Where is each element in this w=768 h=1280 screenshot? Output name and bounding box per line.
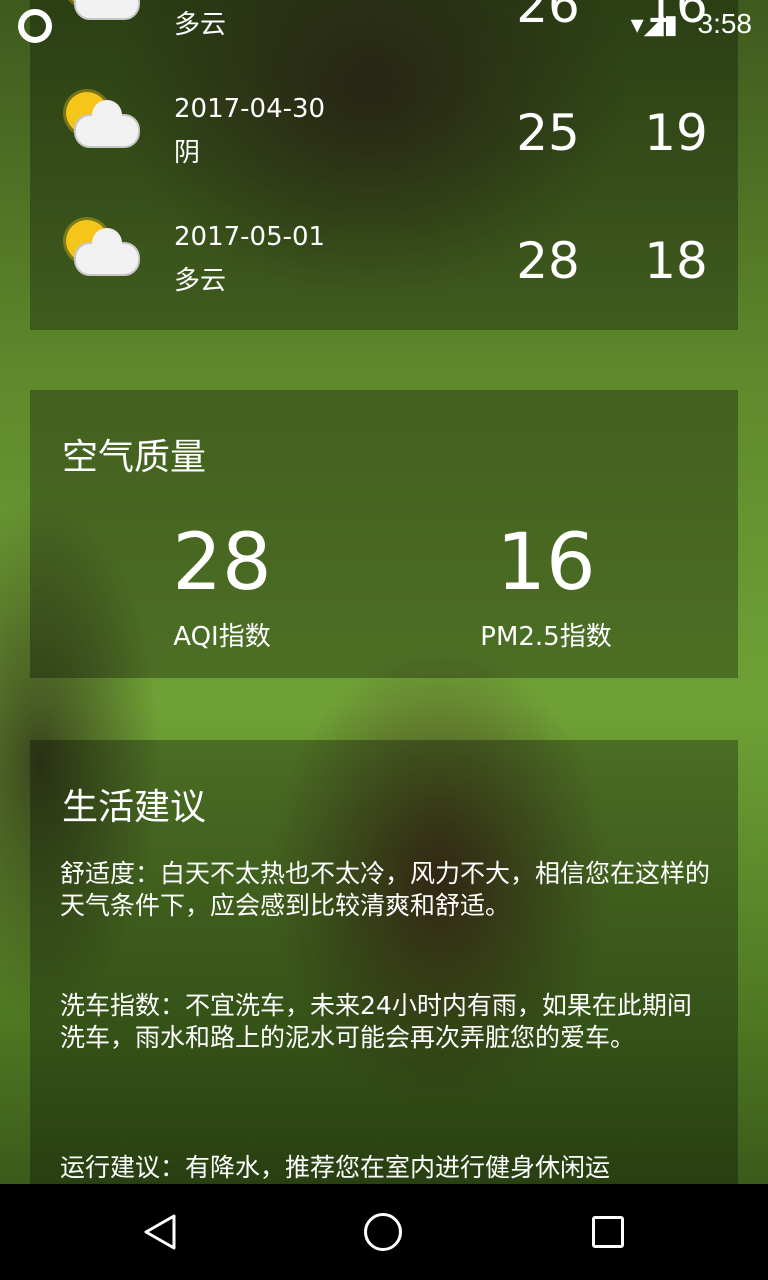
suggestions-panel: 生活建议 舒适度：白天不太热也不太冷，风力不大，相信您在这样的天气条件下，应会感… (30, 740, 738, 1184)
aqi-value: 28 (172, 518, 272, 608)
aqi-label: AQI指数 (173, 622, 271, 652)
forecast-max-temp: 28 (516, 232, 580, 290)
suggestions-title: 生活建议 (62, 787, 207, 828)
forecast-max-temp: 25 (516, 104, 580, 162)
forecast-min-temp: 18 (644, 232, 708, 290)
sun-cloud-icon (66, 92, 140, 154)
car-wash-suggestion: 洗车指数：不宜洗车，未来24小时内有雨，如果在此期间洗车，雨水和路上的泥水可能会… (60, 991, 692, 1052)
navigation-bar (0, 1184, 768, 1280)
forecast-row: 2017-04-30 阴 25 19 (30, 74, 738, 202)
comfort-suggestion: 舒适度：白天不太热也不太冷，风力不大，相信您在这样的天气条件下，应会感到比较清爽… (60, 859, 711, 920)
forecast-min-temp: 19 (644, 104, 708, 162)
app-notification-icon (18, 9, 52, 43)
status-bar: ▾◢▮ 3:58 (0, 0, 768, 50)
recent-apps-icon[interactable] (592, 1216, 624, 1248)
forecast-condition: 多云 (174, 266, 227, 296)
forecast-condition: 阴 (174, 138, 201, 168)
sun-cloud-icon (66, 220, 140, 282)
signal-battery-icon: ▾◢▮ (630, 10, 678, 40)
forecast-date: 2017-04-30 (174, 94, 326, 124)
status-time: 3:58 (697, 8, 753, 39)
pm25-value: 16 (496, 518, 596, 608)
pm25-label: PM2.5指数 (480, 622, 612, 652)
air-quality-panel: 空气质量 28 AQI指数 16 PM2.5指数 (30, 390, 738, 678)
home-icon[interactable] (364, 1213, 402, 1251)
sport-suggestion: 运行建议：有降水，推荐您在室内进行健身休闲运 (60, 1153, 611, 1182)
air-quality-title: 空气质量 (62, 437, 207, 478)
back-icon[interactable] (140, 1212, 180, 1252)
forecast-row: 2017-05-01 多云 28 18 (30, 202, 738, 330)
forecast-date: 2017-05-01 (174, 222, 326, 252)
